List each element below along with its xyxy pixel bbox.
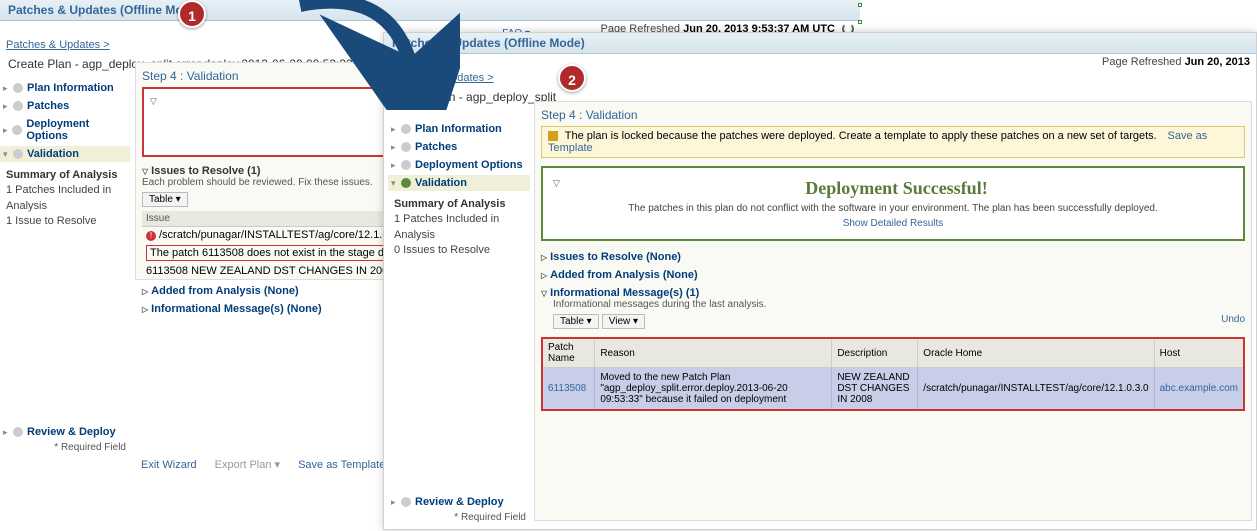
success-title: Deployment Successful! (553, 178, 1233, 199)
cell-home: /scratch/punagar/INSTALLTEST/ag/core/12.… (918, 368, 1154, 411)
error-icon: ! (146, 231, 156, 241)
nav-validation-1[interactable]: ▾Validation (0, 146, 130, 162)
undo-link[interactable]: Undo (1221, 314, 1245, 325)
page-refreshed-2: Page Refreshed Jun 20, 2013 (1102, 56, 1250, 68)
lock-icon (548, 131, 558, 141)
window-2: Patches & Updates (Offline Mode) Page Re… (383, 32, 1257, 530)
nav-plan-info-1[interactable]: ▸Plan Information (0, 80, 130, 96)
cell-patch[interactable]: 6113508 (542, 368, 595, 411)
view-menu-2[interactable]: View ▾ (602, 314, 645, 329)
breadcrumb-2[interactable]: Patches & Updates > (390, 72, 494, 84)
nav-validation-2[interactable]: ▾Validation (388, 175, 530, 191)
cell-host[interactable]: abc.example.com (1154, 368, 1244, 411)
selection-handle (858, 3, 862, 7)
col-patch: Patch Name (542, 338, 595, 368)
title-text-1: Patches & Updates (Offline Mode) (8, 3, 201, 17)
lock-msg: The plan is locked because the patches w… (565, 130, 1157, 142)
col-host: Host (1154, 338, 1244, 368)
save-template-link[interactable]: Save as Template (298, 459, 385, 471)
added-none-link[interactable]: ▷Added from Analysis (None) (541, 269, 1245, 281)
success-msg: The patches in this plan do not conflict… (553, 203, 1233, 214)
exit-wizard-link[interactable]: Exit Wizard (141, 459, 197, 471)
info-table: Patch Name Reason Description Oracle Hom… (541, 337, 1245, 411)
left-nav-2: ▸Plan Information ▸Patches ▸Deployment O… (388, 121, 530, 263)
req-field-2: * Required Field (388, 512, 530, 523)
nav-patches-1[interactable]: ▸Patches (0, 98, 130, 114)
nav-deploy-1[interactable]: ▸Deployment Options (0, 116, 130, 144)
badge-1: 1 (178, 0, 206, 28)
cell-desc: NEW ZEALAND DST CHANGES IN 2008 (832, 368, 918, 411)
selection-handle (858, 20, 862, 24)
nav-patches-2[interactable]: ▸Patches (388, 139, 530, 155)
lock-bar: The plan is locked because the patches w… (541, 126, 1245, 158)
top-row-2: Page Refreshed Jun 20, 2013 (384, 54, 1256, 70)
col-reason: Reason (595, 338, 832, 368)
step-title-2: Step 4 : Validation (541, 108, 1245, 122)
summary-1: Summary of Analysis 1 Patches Included i… (0, 164, 130, 234)
col-home: Oracle Home (918, 338, 1154, 368)
nav-plan-info-2[interactable]: ▸Plan Information (388, 121, 530, 137)
left-nav-1: ▸Plan Information ▸Patches ▸Deployment O… (0, 80, 130, 234)
info-msgs-link[interactable]: ▽Informational Message(s) (1) (541, 287, 1245, 299)
badge-2: 2 (558, 64, 586, 92)
info-table-row[interactable]: 6113508 Moved to the new Patch Plan "agp… (542, 368, 1244, 411)
title-bar-2: Patches & Updates (Offline Mode) (384, 33, 1256, 54)
title-text-2: Patches & Updates (Offline Mode) (392, 36, 585, 50)
nav-review-1[interactable]: ▸Review & Deploy (0, 424, 130, 440)
breadcrumb-row-2: Patches & Updates > (384, 70, 1256, 86)
req-field-1: * Required Field (0, 442, 130, 453)
show-detailed-results-link[interactable]: Show Detailed Results (843, 218, 944, 229)
review-bottom-2: ▸Review & Deploy * Required Field (388, 494, 530, 523)
cell-reason: Moved to the new Patch Plan "agp_deploy_… (595, 368, 832, 411)
nav-deploy-2[interactable]: ▸Deployment Options (388, 157, 530, 173)
table-menu-1[interactable]: Table ▾ (142, 192, 188, 207)
export-plan-link[interactable]: Export Plan ▾ (215, 458, 280, 471)
issues-none-link[interactable]: ▷Issues to Resolve (None) (541, 251, 1245, 263)
success-box: ▽ Deployment Successful! The patches in … (541, 166, 1245, 241)
breadcrumb-1[interactable]: Patches & Updates > (6, 39, 110, 51)
review-bottom-1: ▸Review & Deploy * Required Field (0, 424, 130, 453)
col-desc: Description (832, 338, 918, 368)
summary-2: Summary of Analysis 1 Patches Included i… (388, 193, 530, 263)
step-area-2: Step 4 : Validation The plan is locked b… (534, 101, 1252, 521)
nav-review-2[interactable]: ▸Review & Deploy (388, 494, 530, 510)
title-bar-1: Patches & Updates (Offline Mode) (0, 0, 860, 21)
table-menu-2[interactable]: Table ▾ (553, 314, 599, 329)
info-sub: Informational messages during the last a… (553, 299, 1245, 310)
